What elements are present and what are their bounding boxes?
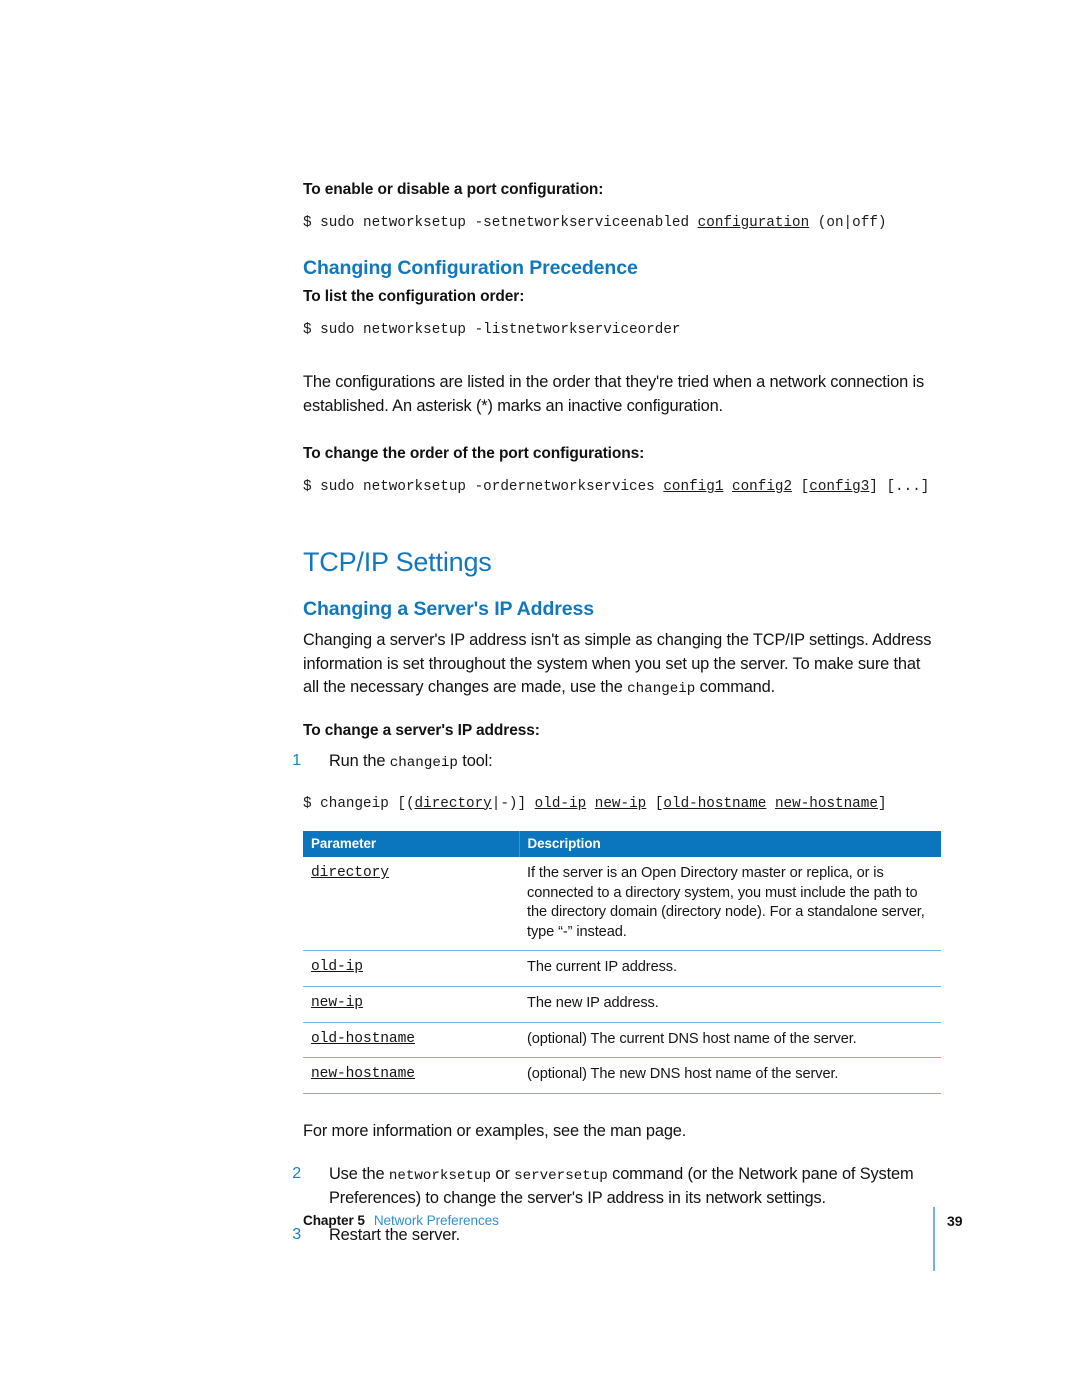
command-arg-configuration: configuration — [697, 214, 810, 231]
command-arg-old-hostname: old-hostname — [663, 795, 767, 812]
paragraph-text-part1: Changing a server's IP address isn't as … — [303, 631, 932, 697]
procedure-heading-change-server-ip: To change a server's IP address: — [303, 722, 540, 740]
command-text: $ sudo networksetup -setnetworkserviceen… — [303, 214, 698, 231]
step-text-2: or — [491, 1165, 515, 1184]
parameter-name: new-ip — [311, 995, 363, 1012]
list-item-step-1: 1 Run the changeip tool: — [292, 750, 938, 773]
command-arg-directory: directory — [414, 795, 492, 812]
table-row: new-ip The new IP address. — [303, 986, 941, 1023]
column-header-description: Description — [518, 831, 941, 858]
table-row: old-ip The current IP address. — [303, 950, 941, 987]
command-arg-config3: config3 — [809, 478, 870, 495]
table-cell-parameter: old-ip — [303, 950, 519, 987]
table-cell-parameter: old-hostname — [303, 1021, 519, 1058]
parameter-name: old-ip — [311, 959, 363, 976]
command-arg-new-hostname: new-hostname — [774, 795, 878, 812]
table-cell-description: If the server is an Open Directory maste… — [527, 865, 925, 940]
table-body: directory If the server is an Open Direc… — [303, 857, 941, 1094]
table-cell-parameter: new-hostname — [303, 1057, 519, 1094]
command-part: ] — [877, 795, 887, 812]
command-arg-new-ip: new-ip — [594, 795, 647, 812]
footer-chapter-label: Chapter 5 — [303, 1213, 365, 1228]
document-page: To enable or disable a port configuratio… — [0, 0, 1080, 1397]
procedure-heading-list-order: To list the configuration order: — [303, 287, 525, 305]
command-part — [766, 796, 775, 812]
command-suffix: (on|off) — [809, 214, 887, 231]
step-text: Restart the server. — [329, 1226, 461, 1245]
command-space — [723, 479, 732, 495]
command-arg-config2: config2 — [732, 478, 793, 495]
table-cell-description: (optional) The new DNS host name of the … — [519, 1057, 941, 1094]
step-text-1: Use the — [329, 1165, 389, 1184]
table-cell-description: The current IP address. — [519, 950, 941, 987]
heading-changing-servers-ip-address: Changing a Server's IP Address — [303, 597, 594, 620]
parameter-name: new-hostname — [311, 1066, 415, 1083]
table-row: directory If the server is an Open Direc… — [303, 857, 941, 951]
table-row: new-hostname (optional) The new DNS host… — [303, 1057, 941, 1094]
paragraph-changing-ip-address: Changing a server's IP address isn't as … — [303, 629, 938, 699]
procedure-heading-change-order: To change the order of the port configur… — [303, 445, 645, 462]
table-header-row: Parameter Description — [303, 831, 941, 858]
column-header-parameter: Parameter — [303, 831, 519, 858]
page-content: To enable or disable a port configuratio… — [292, 180, 941, 1247]
command-setnetworkserviceenabled: $ sudo networksetup -setnetworkserviceen… — [303, 213, 938, 234]
table-cell-description: (optional) The current DNS host name of … — [519, 1021, 941, 1058]
step-number: 3 — [292, 1226, 301, 1244]
table-cell-parameter: directory — [303, 857, 519, 951]
parameter-name: directory — [311, 865, 389, 882]
table-row: old-hostname (optional) The current DNS … — [303, 1021, 941, 1058]
inline-command-serversetup: serversetup — [514, 1168, 608, 1185]
inline-command-networksetup: networksetup — [388, 1168, 492, 1185]
paragraph-text-part2: command. — [695, 678, 776, 697]
heading-changing-configuration-precedence: Changing Configuration Precedence — [303, 257, 638, 280]
table-cell-description: The new IP address. — [519, 986, 941, 1023]
command-part: |-)] — [491, 795, 535, 812]
list-item-step-2: 2 Use the networksetup or serversetup com… — [292, 1163, 938, 1210]
command-listnetworkserviceorder: $ sudo networksetup -listnetworkserviceo… — [303, 321, 681, 338]
command-bracket-open: [ — [792, 478, 810, 495]
step-text-before: Run the — [329, 752, 390, 771]
command-bracket-close: ] [...] — [869, 478, 930, 495]
command-part: $ changeip [( — [303, 795, 415, 812]
table-cell-parameter: new-ip — [303, 986, 519, 1023]
parameter-description-table: Parameter Description directory If the s… — [303, 831, 941, 1094]
page-footer: Chapter 5 Network Preferences — [303, 1213, 983, 1228]
footer-vertical-rule — [933, 1207, 936, 1271]
inline-command-changeip: changeip — [389, 755, 458, 772]
footer-chapter-title: Network Preferences — [373, 1213, 499, 1228]
page-number: 39 — [947, 1213, 963, 1229]
command-part — [586, 796, 595, 812]
inline-command-changeip: changeip — [627, 681, 696, 698]
command-arg-config1: config1 — [663, 478, 724, 495]
paragraph-man-page-note: For more information or examples, see th… — [303, 1121, 687, 1140]
command-changeip: $ changeip [(directory|-)] old-ip new-ip… — [303, 794, 938, 815]
paragraph-configuration-order: The configurations are listed in the ord… — [303, 373, 925, 415]
procedure-heading-enable-disable: To enable or disable a port configuratio… — [303, 181, 604, 198]
step-number: 1 — [292, 752, 301, 770]
parameter-name: old-hostname — [311, 1030, 415, 1047]
command-arg-old-ip: old-ip — [534, 795, 587, 812]
command-part: [ — [646, 795, 664, 812]
heading-tcpip-settings: TCP/IP Settings — [303, 547, 492, 578]
command-text: $ sudo networksetup -ordernetworkservice… — [303, 478, 664, 495]
step-number: 2 — [292, 1165, 301, 1183]
step-text-after: tool: — [457, 752, 493, 771]
command-ordernetworkservices: $ sudo networksetup -ordernetworkservice… — [303, 477, 938, 498]
